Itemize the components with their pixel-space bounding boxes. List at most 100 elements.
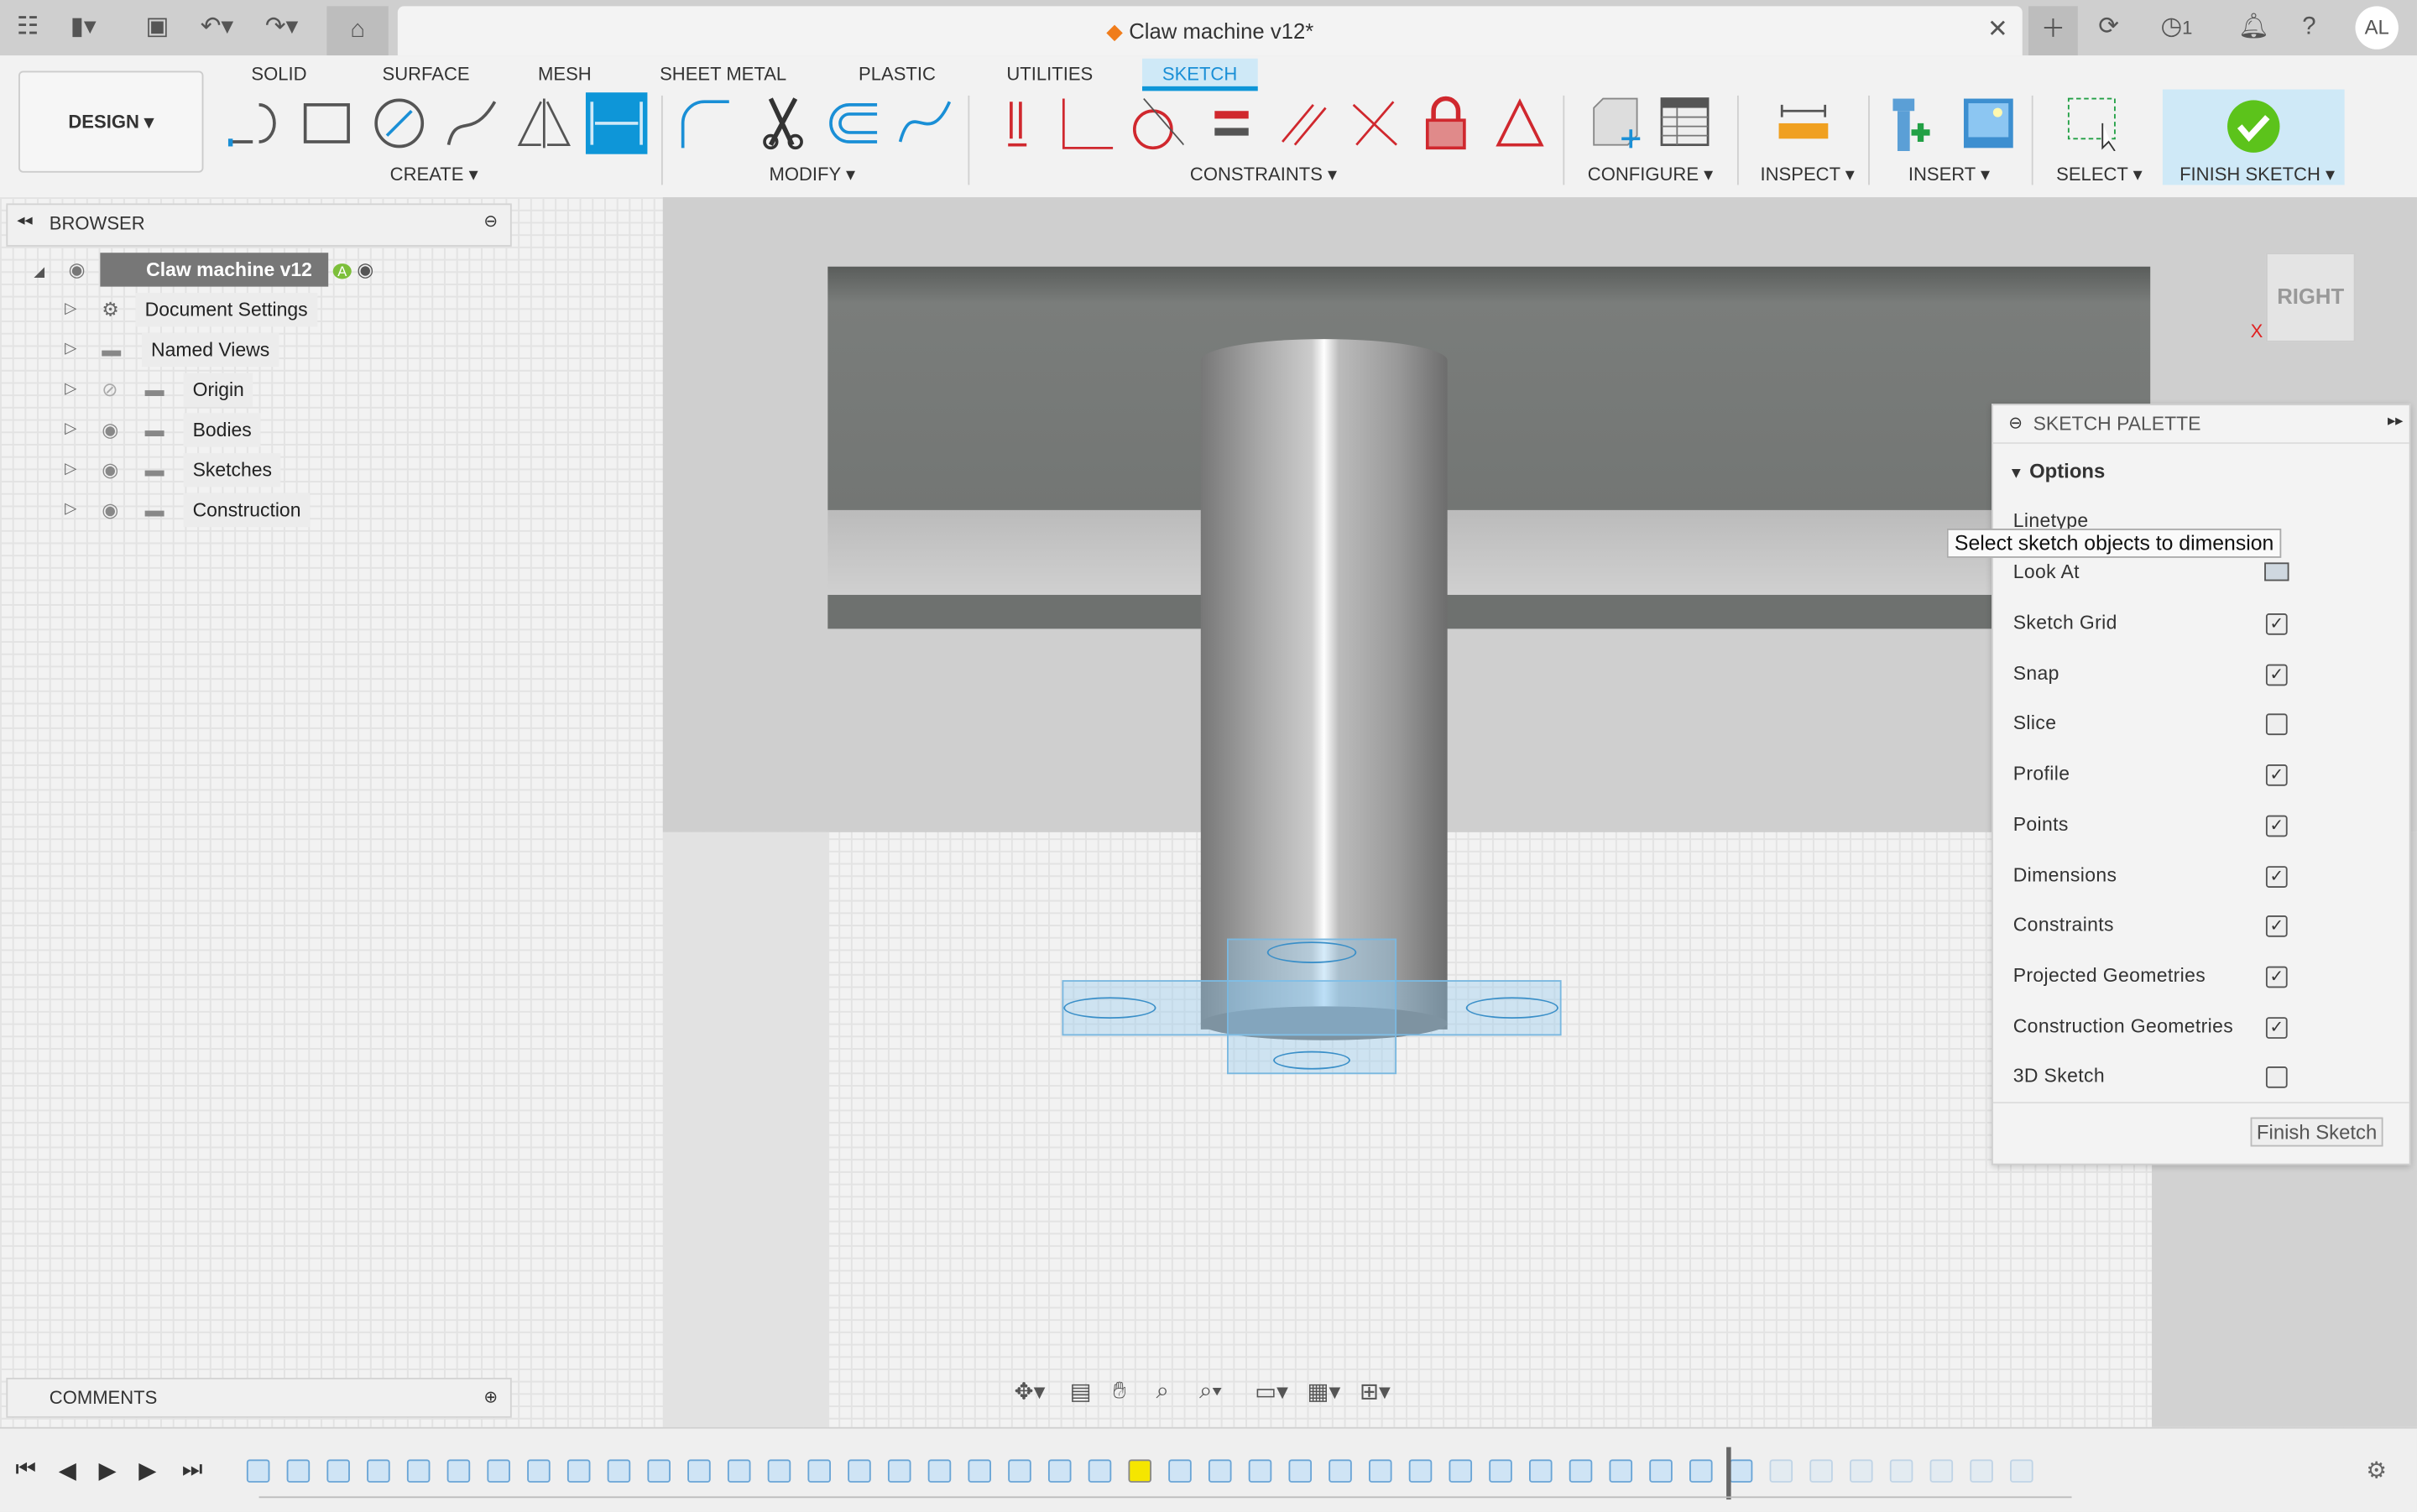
timeline-feature[interactable] xyxy=(1889,1459,1913,1483)
palette-option-checkbox[interactable]: ✓ xyxy=(2265,915,2288,938)
next-icon[interactable]: ▶︎ xyxy=(138,1457,156,1484)
plus-icon[interactable]: ⊕ xyxy=(483,1379,498,1416)
measure-icon[interactable] xyxy=(1776,96,1831,151)
circle-icon[interactable] xyxy=(372,96,427,151)
timeline-feature[interactable] xyxy=(527,1459,551,1483)
timeline-feature[interactable] xyxy=(807,1459,831,1483)
look-at-icon[interactable] xyxy=(2264,562,2289,581)
inspect-menu[interactable]: INSPECT ▾ xyxy=(1761,164,1855,185)
orbit-icon[interactable]: ✥▾ xyxy=(1015,1378,1046,1405)
tab-plastic[interactable]: PLASTIC xyxy=(849,59,945,90)
tab-surface[interactable]: SURFACE xyxy=(373,59,478,90)
viewports-icon[interactable]: ⊞▾ xyxy=(1360,1378,1391,1405)
timeline-feature[interactable] xyxy=(487,1459,510,1483)
timeline-feature[interactable] xyxy=(1649,1459,1673,1483)
grid-icon[interactable]: ☷ xyxy=(13,13,44,44)
timeline-feature[interactable] xyxy=(1208,1459,1232,1483)
eye-icon[interactable]: ◉ xyxy=(102,493,118,527)
timeline-feature[interactable] xyxy=(367,1459,390,1483)
eye-icon[interactable]: ◉ xyxy=(102,453,118,487)
insert-mcmaster-icon[interactable] xyxy=(1890,96,1945,151)
tab-solid[interactable]: SOLID xyxy=(242,59,316,90)
timeline-feature[interactable] xyxy=(326,1459,350,1483)
timeline-feature[interactable] xyxy=(246,1459,270,1483)
workspace-dropdown[interactable]: DESIGN ▾ xyxy=(18,70,204,173)
palette-option-checkbox[interactable]: ✓ xyxy=(2265,613,2288,635)
browser-item-construction[interactable]: ▷ ◉ ▬ Construction xyxy=(0,493,509,528)
timeline-feature[interactable] xyxy=(887,1459,911,1483)
timeline-feature[interactable] xyxy=(566,1459,591,1483)
palette-finish-sketch-button[interactable]: Finish Sketch xyxy=(2250,1117,2383,1147)
browser-item-sketches[interactable]: ▷ ◉ ▬ Sketches xyxy=(0,452,509,487)
timeline-feature[interactable] xyxy=(927,1459,952,1483)
palette-option-checkbox[interactable] xyxy=(2265,1066,2288,1089)
timeline-feature[interactable] xyxy=(1047,1459,1072,1483)
insert-image-icon[interactable] xyxy=(1960,96,2016,151)
trim-icon[interactable] xyxy=(755,96,811,151)
timeline-feature[interactable] xyxy=(767,1459,791,1483)
pan-icon[interactable]: ✋︎ xyxy=(1113,1378,1126,1404)
modify-menu[interactable]: MODIFY ▾ xyxy=(770,164,856,185)
timeline-feature[interactable] xyxy=(1329,1459,1352,1483)
eye-hidden-icon[interactable]: ⊘ xyxy=(102,373,117,406)
palette-option-checkbox[interactable]: ✓ xyxy=(2265,865,2288,888)
timeline-feature[interactable] xyxy=(848,1459,871,1483)
insert-menu[interactable]: INSERT ▾ xyxy=(1908,164,1990,185)
gear-icon[interactable]: ⚙ xyxy=(2366,1457,2387,1484)
play-icon[interactable]: ▶︎ xyxy=(99,1457,117,1484)
timeline-feature[interactable] xyxy=(1929,1459,1954,1483)
coincident-icon[interactable] xyxy=(993,96,1048,151)
select-menu[interactable]: SELECT ▾ xyxy=(2056,164,2143,185)
timeline-feature[interactable] xyxy=(1489,1459,1512,1483)
curve-icon[interactable] xyxy=(897,96,953,151)
perpendicular-cross-icon[interactable] xyxy=(1347,96,1402,151)
first-icon[interactable]: ⏮︎ xyxy=(15,1457,36,1483)
configure-menu[interactable]: CONFIGURE ▾ xyxy=(1588,164,1713,185)
undo-icon[interactable]: ↶▾ xyxy=(201,13,233,44)
browser-item-named-views[interactable]: ▷ ▬ Named Views xyxy=(0,332,509,368)
options-section[interactable]: ▼ Options xyxy=(2008,459,2105,482)
previous-icon[interactable]: ◀︎ xyxy=(59,1457,76,1484)
minus-icon[interactable]: ⊖ xyxy=(483,211,498,231)
sketch-slot[interactable] xyxy=(1266,941,1357,963)
browser-item-origin[interactable]: ▷ ⊘ ▬ Origin xyxy=(0,373,509,407)
timeline-feature[interactable] xyxy=(607,1459,631,1483)
timeline-feature[interactable] xyxy=(1609,1459,1633,1483)
timeline-marker[interactable] xyxy=(1726,1447,1731,1500)
tab-mesh[interactable]: MESH xyxy=(529,59,601,90)
timeline-feature[interactable] xyxy=(1769,1459,1793,1483)
refresh-icon[interactable]: ⟳ xyxy=(2093,13,2124,44)
timeline-feature[interactable] xyxy=(1529,1459,1553,1483)
fix-lock-icon[interactable] xyxy=(1418,96,1474,151)
line-icon[interactable] xyxy=(227,96,284,151)
timeline-feature[interactable] xyxy=(1689,1459,1713,1483)
sketch-slot[interactable] xyxy=(1465,997,1558,1019)
timeline-feature[interactable] xyxy=(1850,1459,1873,1483)
timeline-feature[interactable] xyxy=(1368,1459,1392,1483)
timeline-feature[interactable] xyxy=(1729,1459,1753,1483)
expand-icon[interactable]: ◢ xyxy=(34,263,44,279)
home-icon[interactable]: ⌂ xyxy=(326,6,389,56)
timeline-feature[interactable] xyxy=(687,1459,711,1483)
tab-sketch[interactable]: SKETCH xyxy=(1141,58,1258,91)
sketch-dimension-icon[interactable] xyxy=(585,92,648,154)
browser-item-bodies[interactable]: ▷ ◉ ▬ Bodies xyxy=(0,413,509,447)
configure-table-icon[interactable] xyxy=(1658,96,1714,151)
configure-icon[interactable] xyxy=(1588,96,1643,151)
palette-option-checkbox[interactable]: ✓ xyxy=(2265,966,2288,988)
3d-viewport[interactable]: RIGHT X ◂◂ BROWSER ⊖ ◢ ◉ Claw machine v1… xyxy=(0,197,2417,1427)
timeline-feature[interactable] xyxy=(727,1459,751,1483)
tab-sheet-metal[interactable]: SHEET METAL xyxy=(650,59,796,90)
timeline-feature[interactable] xyxy=(286,1459,311,1483)
minus-icon[interactable]: ⊖ xyxy=(2008,413,2023,433)
sketch-slot[interactable] xyxy=(1273,1051,1350,1070)
display-settings-icon[interactable]: ▭▾ xyxy=(1255,1378,1288,1405)
look-at-icon[interactable]: ▤ xyxy=(1070,1378,1092,1405)
create-menu[interactable]: CREATE ▾ xyxy=(390,164,478,185)
timeline-feature[interactable] xyxy=(1008,1459,1031,1483)
constraints-menu[interactable]: CONSTRAINTS ▾ xyxy=(1190,164,1337,185)
last-icon[interactable]: ⏭︎ xyxy=(182,1457,203,1483)
palette-option-checkbox[interactable]: ✓ xyxy=(2265,664,2288,686)
timeline-feature[interactable] xyxy=(968,1459,991,1483)
palette-option-checkbox[interactable]: ✓ xyxy=(2265,1016,2288,1039)
